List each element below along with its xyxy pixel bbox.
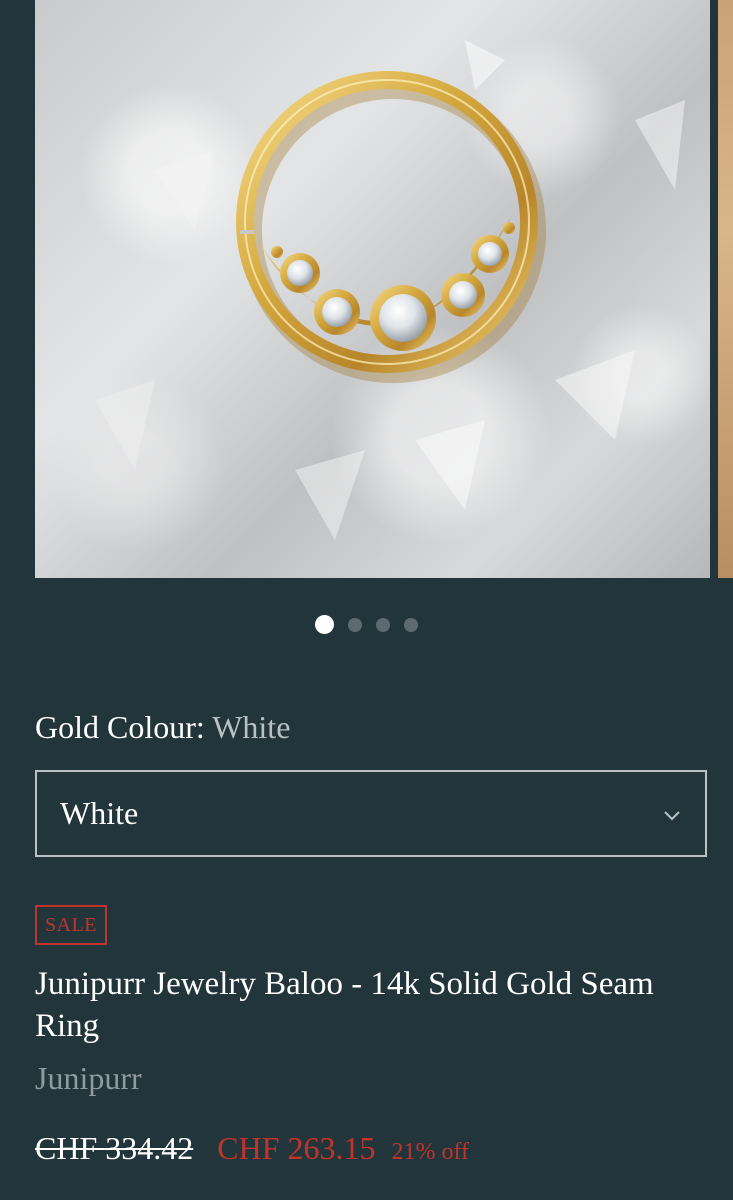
option-name: Gold Colour: [35, 709, 205, 745]
sale-badge: SALE [35, 905, 107, 945]
price-row: CHF 334.42 CHF 263.15 21% off [35, 1130, 469, 1167]
compare-at-price: CHF 334.42 [35, 1130, 194, 1166]
product-image[interactable] [35, 0, 710, 578]
slide-dot-3[interactable] [376, 617, 390, 632]
slide-dot-2[interactable] [348, 617, 362, 632]
ring-illustration [95, 40, 685, 540]
chevron-down-icon [664, 811, 680, 821]
option-selected-value: White [212, 709, 291, 745]
product-vendor[interactable]: Junipurr [35, 1058, 142, 1098]
gold-colour-select[interactable]: White [35, 770, 707, 857]
slide-pagination [0, 615, 733, 634]
option-label: Gold Colour: White [35, 706, 290, 748]
product-image-gallery[interactable] [0, 0, 733, 578]
slide-dot-1[interactable] [315, 615, 334, 634]
sale-price: CHF 263.15 [217, 1130, 376, 1166]
select-current-value: White [60, 795, 139, 831]
discount-label: 21% off [391, 1139, 470, 1165]
slide-dot-4[interactable] [404, 617, 418, 632]
product-title: Junipurr Jewelry Baloo - 14k Solid Gold … [35, 966, 654, 1044]
next-slide-peek[interactable] [718, 0, 733, 578]
